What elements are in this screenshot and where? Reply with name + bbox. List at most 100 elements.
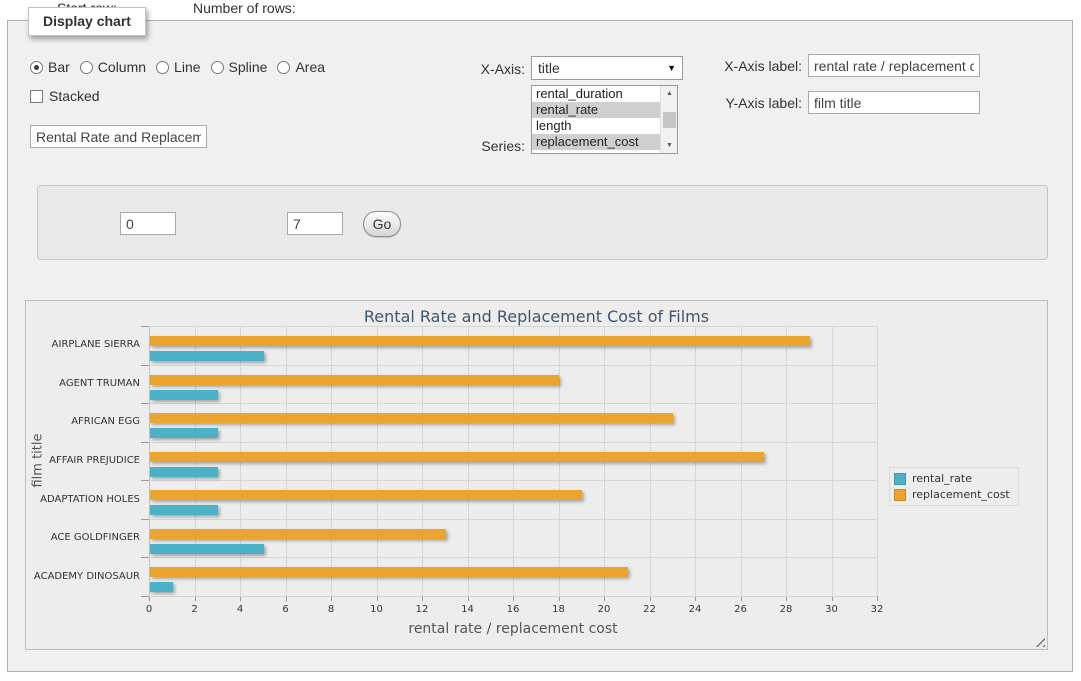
x-axis-tick-label: 12 bbox=[416, 604, 429, 615]
chart-container: Rental Rate and Replacement Cost of Film… bbox=[25, 300, 1048, 650]
x-axis-tick-label: 8 bbox=[328, 604, 334, 615]
series-listbox[interactable]: rental_durationrental_ratelengthreplacem… bbox=[531, 85, 678, 154]
go-button[interactable]: Go bbox=[363, 211, 401, 237]
gridline bbox=[786, 326, 787, 596]
x-axis-tick-label: 18 bbox=[552, 604, 565, 615]
bar-rental_rate bbox=[150, 505, 218, 515]
gridline bbox=[149, 326, 877, 327]
series-option-replacement_cost[interactable]: replacement_cost bbox=[532, 134, 677, 150]
x-axis-tick-label: 26 bbox=[734, 604, 747, 615]
x-axis-tick-label: 22 bbox=[643, 604, 656, 615]
y-axis-label-label: Y-Axis label: bbox=[660, 95, 802, 111]
radio-label: Spline bbox=[229, 59, 268, 75]
chart-type-radio-area[interactable]: Area bbox=[277, 59, 325, 75]
category-label: ACADEMY DINOSAUR bbox=[26, 571, 140, 582]
number-of-rows-input[interactable] bbox=[287, 212, 343, 235]
bar-replacement_cost bbox=[150, 375, 559, 385]
radio-label: Bar bbox=[48, 59, 70, 75]
chart-type-radio-bar[interactable]: Bar bbox=[30, 59, 70, 75]
x-axis-tick-label: 10 bbox=[370, 604, 383, 615]
gridline bbox=[149, 442, 877, 443]
radio-icon[interactable] bbox=[211, 61, 224, 74]
bar-replacement_cost bbox=[150, 490, 582, 500]
x-axis-tick-label: 20 bbox=[598, 604, 611, 615]
legend-swatch-icon bbox=[894, 473, 906, 485]
x-axis-label-label: X-Axis label: bbox=[660, 58, 802, 74]
category-label: AFRICAN EGG bbox=[26, 416, 140, 427]
bar-rental_rate bbox=[150, 582, 173, 592]
chart-type-radio-line[interactable]: Line bbox=[156, 59, 200, 75]
bar-replacement_cost bbox=[150, 413, 673, 423]
gridline bbox=[832, 326, 833, 596]
x-axis-label-input[interactable] bbox=[808, 54, 980, 77]
chart-title-input[interactable] bbox=[30, 125, 207, 148]
legend-item-rental_rate[interactable]: rental_rate bbox=[894, 472, 1010, 485]
bar-rental_rate bbox=[150, 351, 264, 361]
x-axis-tick-label: 6 bbox=[282, 604, 288, 615]
plot-border-right bbox=[877, 326, 878, 596]
series-option-length[interactable]: length bbox=[532, 118, 677, 134]
gridline bbox=[149, 519, 877, 520]
number-of-rows-label: Number of rows: bbox=[193, 0, 296, 16]
series-option-rental_rate[interactable]: rental_rate bbox=[532, 102, 677, 118]
x-axis-tick-label: 2 bbox=[191, 604, 197, 615]
legend-item-replacement_cost[interactable]: replacement_cost bbox=[894, 488, 1010, 501]
x-axis-tick-label: 28 bbox=[780, 604, 793, 615]
legend-label: replacement_cost bbox=[912, 488, 1010, 501]
bar-rental_rate bbox=[150, 467, 218, 477]
gridline bbox=[149, 480, 877, 481]
stacked-option[interactable]: Stacked bbox=[30, 88, 100, 104]
chart-title: Rental Rate and Replacement Cost of Film… bbox=[26, 307, 1047, 326]
chart-legend: rental_rate replacement_cost bbox=[889, 467, 1019, 506]
category-label: ACE GOLDFINGER bbox=[26, 532, 140, 543]
radio-icon[interactable] bbox=[277, 61, 290, 74]
radio-icon[interactable] bbox=[156, 61, 169, 74]
x-axis-tick-label: 24 bbox=[689, 604, 702, 615]
bar-rental_rate bbox=[150, 390, 218, 400]
category-label: AGENT TRUMAN bbox=[26, 378, 140, 389]
radio-label: Line bbox=[174, 59, 200, 75]
radio-label: Column bbox=[98, 59, 146, 75]
resize-handle-icon[interactable] bbox=[1034, 636, 1045, 647]
series-select-label: Series: bbox=[420, 138, 525, 154]
gridline bbox=[149, 365, 877, 366]
x-axis-tick-label: 16 bbox=[507, 604, 520, 615]
bar-replacement_cost bbox=[150, 452, 764, 462]
chart-type-radio-column[interactable]: Column bbox=[80, 59, 146, 75]
y-axis-tick bbox=[141, 365, 149, 366]
category-label: ADAPTATION HOLES bbox=[26, 494, 140, 505]
gridline bbox=[149, 557, 877, 558]
chart-type-radio-group: Bar Column Line Spline Area bbox=[30, 58, 325, 76]
x-axis-tick-label: 30 bbox=[825, 604, 838, 615]
radio-icon[interactable] bbox=[80, 61, 93, 74]
bar-replacement_cost bbox=[150, 336, 810, 346]
series-option-rental_duration[interactable]: rental_duration bbox=[532, 86, 677, 102]
gridline bbox=[149, 596, 877, 597]
radio-icon[interactable] bbox=[30, 61, 43, 74]
legend-label: rental_rate bbox=[912, 472, 972, 485]
stacked-checkbox[interactable] bbox=[30, 90, 43, 103]
row-controls-panel bbox=[37, 185, 1048, 260]
scrollbar-thumb[interactable] bbox=[663, 112, 676, 128]
stacked-label: Stacked bbox=[49, 88, 100, 104]
legend-swatch-icon bbox=[894, 489, 906, 501]
y-axis-label-input[interactable] bbox=[808, 91, 980, 114]
x-axis-select-value: title bbox=[538, 60, 667, 76]
y-axis-tick bbox=[141, 326, 149, 327]
x-axis-title: rental rate / replacement cost bbox=[149, 621, 877, 637]
x-axis-tick-label: 14 bbox=[461, 604, 474, 615]
y-axis-tick bbox=[141, 403, 149, 404]
x-axis-tick-label: 32 bbox=[871, 604, 884, 615]
y-axis-tick bbox=[141, 480, 149, 481]
fieldset-legend-title: Display chart bbox=[28, 7, 146, 36]
scroll-down-icon[interactable]: ▼ bbox=[661, 138, 678, 153]
start-row-input[interactable] bbox=[120, 212, 176, 235]
gridline bbox=[149, 403, 877, 404]
category-label: AIRPLANE SIERRA bbox=[26, 339, 140, 350]
bar-rental_rate bbox=[150, 428, 218, 438]
chart-type-radio-spline[interactable]: Spline bbox=[211, 59, 268, 75]
x-axis-tick-label: 4 bbox=[237, 604, 243, 615]
radio-label: Area bbox=[295, 59, 325, 75]
y-axis-tick bbox=[141, 519, 149, 520]
x-axis-tick bbox=[877, 596, 878, 601]
